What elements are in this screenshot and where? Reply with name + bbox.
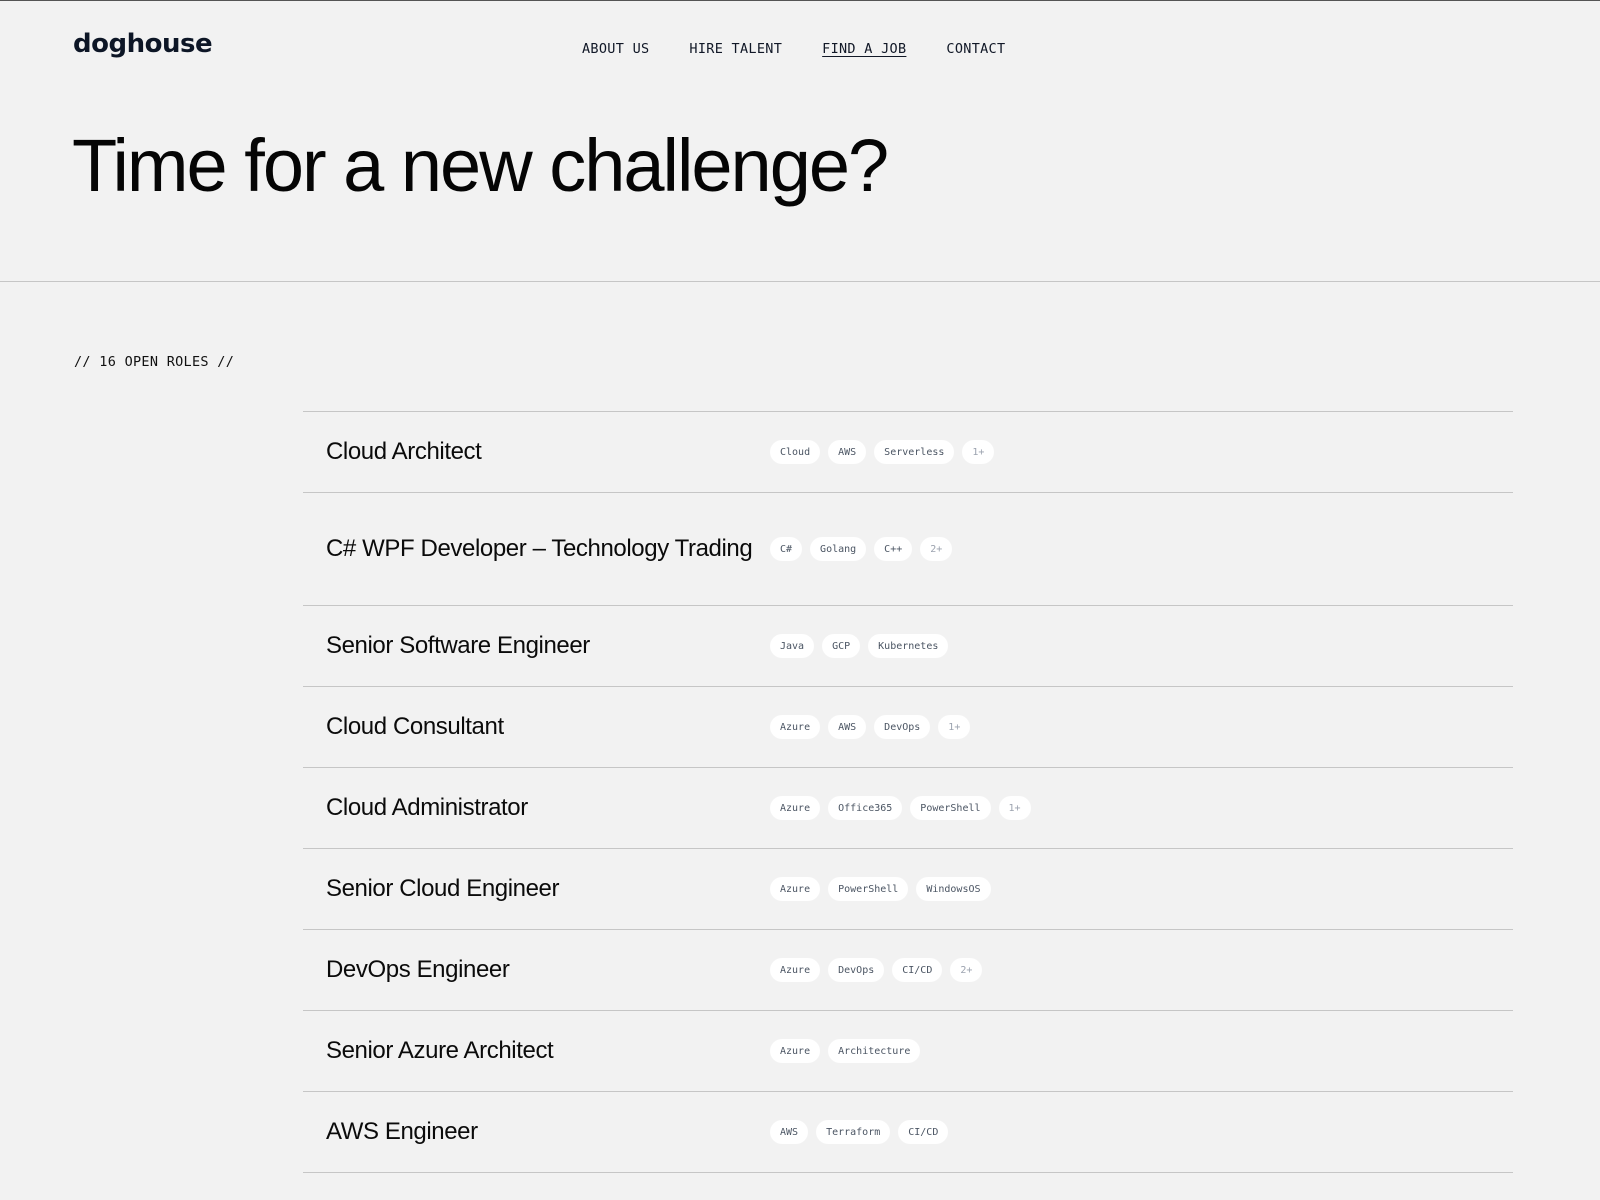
page-title: Time for a new challenge?: [72, 124, 889, 207]
nav-about-us[interactable]: ABOUT US: [582, 41, 649, 57]
skill-tag: PowerShell: [910, 796, 991, 820]
job-title[interactable]: Cloud Architect: [326, 436, 770, 468]
job-tags: Java GCP Kubernetes: [770, 634, 949, 658]
job-row[interactable]: Senior Azure Architect Azure Architecture: [303, 1011, 1513, 1092]
more-tags-badge: 2+: [950, 958, 983, 982]
skill-tag: DevOps: [874, 715, 931, 739]
more-tags-badge: 1+: [962, 440, 995, 464]
job-title[interactable]: AWS Engineer: [326, 1116, 770, 1148]
logo[interactable]: doghouse: [73, 29, 213, 59]
skill-tag: AWS: [828, 440, 867, 464]
job-row[interactable]: DevOps Engineer Azure DevOps CI/CD 2+: [303, 930, 1513, 1011]
skill-tag: Golang: [810, 537, 867, 561]
job-row[interactable]: Cloud Administrator Azure Office365 PowerSh…: [303, 768, 1513, 849]
job-row[interactable]: Cloud Consultant Azure AWS DevOps 1+: [303, 687, 1513, 768]
skill-tag: Java: [770, 634, 815, 658]
skill-tag: Azure: [770, 715, 821, 739]
skill-tag: Serverless: [874, 440, 955, 464]
job-row[interactable]: Cloud Architect Cloud AWS Serverless 1+: [303, 412, 1513, 493]
more-tags-badge: 1+: [998, 796, 1031, 820]
job-title[interactable]: Senior Azure Architect: [326, 1035, 770, 1067]
job-tags: Azure AWS DevOps 1+: [770, 715, 971, 739]
skill-tag: AWS: [828, 715, 867, 739]
skill-tag: CI/CD: [898, 1120, 949, 1144]
skill-tag: Kubernetes: [868, 634, 949, 658]
job-title[interactable]: Senior Cloud Engineer: [326, 873, 770, 905]
skill-tag: Architecture: [828, 1039, 921, 1063]
job-row[interactable]: Senior Software Engineer Java GCP Kubernete…: [303, 606, 1513, 687]
job-tags: Azure Architecture: [770, 1039, 921, 1063]
job-tags: Azure PowerShell WindowsOS: [770, 877, 991, 901]
site-header: doghouse ABOUT US HIRE TALENT FIND A JOB…: [0, 1, 1600, 101]
job-title[interactable]: C# WPF Developer – Technology Trading: [326, 533, 770, 565]
section-divider: [0, 281, 1600, 282]
skill-tag: GCP: [822, 634, 861, 658]
job-row[interactable]: Senior Cloud Engineer Azure PowerShell Wind…: [303, 849, 1513, 930]
nav-contact[interactable]: CONTACT: [946, 41, 1005, 57]
job-title[interactable]: Cloud Administrator: [326, 792, 770, 824]
skill-tag: DevOps: [828, 958, 885, 982]
nav-hire-talent[interactable]: HIRE TALENT: [689, 41, 782, 57]
nav-find-a-job[interactable]: FIND A JOB: [822, 41, 906, 57]
skill-tag: Azure: [770, 958, 821, 982]
skill-tag: C#: [770, 537, 803, 561]
job-tags: Azure DevOps CI/CD 2+: [770, 958, 983, 982]
more-tags-badge: 1+: [938, 715, 971, 739]
skill-tag: PowerShell: [828, 877, 909, 901]
skill-tag: Azure: [770, 877, 821, 901]
job-tags: Cloud AWS Serverless 1+: [770, 440, 995, 464]
job-title[interactable]: Senior Software Engineer: [326, 630, 770, 662]
job-title[interactable]: Cloud Consultant: [326, 711, 770, 743]
skill-tag: Azure: [770, 796, 821, 820]
skill-tag: CI/CD: [892, 958, 943, 982]
more-tags-badge: 2+: [920, 537, 953, 561]
job-row[interactable]: C# WPF Developer – Technology Trading C# G…: [303, 493, 1513, 606]
skill-tag: C++: [874, 537, 913, 561]
job-row[interactable]: AWS Engineer AWS Terraform CI/CD: [303, 1092, 1513, 1173]
job-tags: C# Golang C++ 2+: [770, 537, 953, 561]
open-roles-count: // 16 OPEN ROLES //: [74, 354, 235, 370]
skill-tag: Office365: [828, 796, 903, 820]
job-tags: Azure Office365 PowerShell 1+: [770, 796, 1031, 820]
skill-tag: Azure: [770, 1039, 821, 1063]
job-title[interactable]: DevOps Engineer: [326, 954, 770, 986]
skill-tag: WindowsOS: [916, 877, 991, 901]
job-tags: AWS Terraform CI/CD: [770, 1120, 949, 1144]
main-nav: ABOUT US HIRE TALENT FIND A JOB CONTACT: [582, 41, 1045, 57]
skill-tag: Terraform: [816, 1120, 891, 1144]
job-list: Cloud Architect Cloud AWS Serverless 1+ C# WP…: [303, 411, 1513, 1173]
skill-tag: AWS: [770, 1120, 809, 1144]
skill-tag: Cloud: [770, 440, 821, 464]
